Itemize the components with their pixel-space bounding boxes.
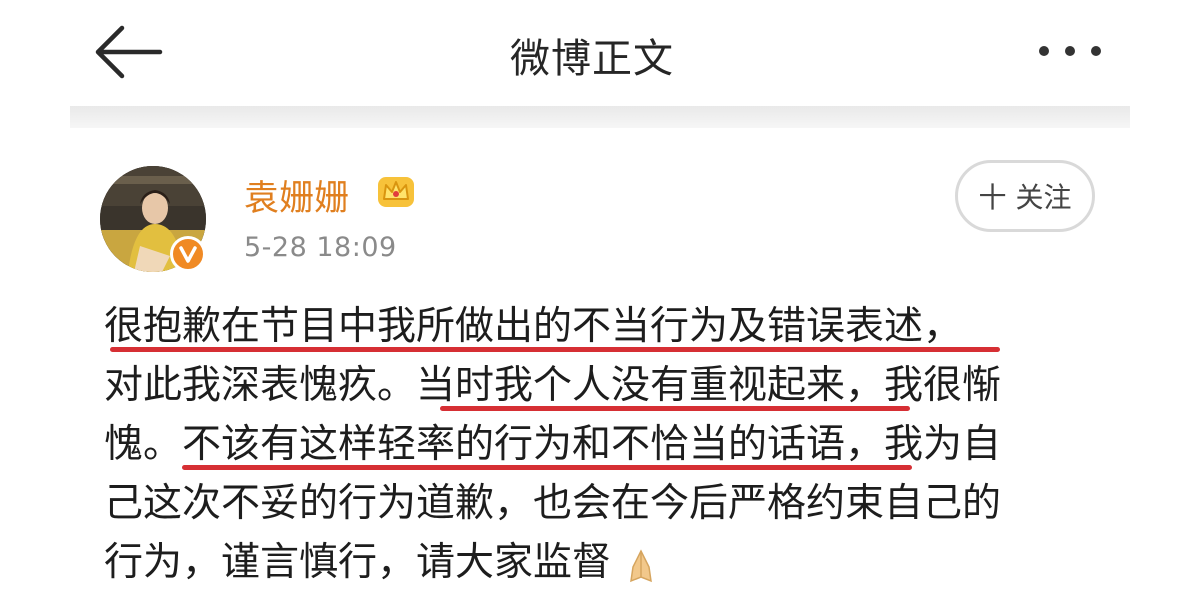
text-line-2: 对此我深表愧疚。当时我个人没有重视起来，我很惭	[104, 356, 1104, 415]
top-bar: 微博正文	[0, 0, 1184, 104]
praying-hands-icon	[630, 548, 653, 582]
post-content: 很抱歉在节目中我所做出的不当行为及错误表述， 对此我深表愧疚。当时我个人没有重视…	[104, 297, 1104, 592]
text-line-4: 己这次不妥的行为道歉，也会在今后严格约束自己的	[104, 474, 1104, 533]
highlight-underline	[182, 465, 912, 470]
text-line-3: 愧。不该有这样轻率的行为和不恰当的话语，我为自	[104, 415, 1104, 474]
highlight-underline	[440, 406, 910, 411]
text-line-3-label: 愧。不该有这样轻率的行为和不恰当的话语，我为自	[104, 422, 1002, 467]
section-divider	[70, 106, 1130, 128]
text-line-4-label: 己这次不妥的行为道歉，也会在今后严格约束自己的	[104, 481, 1002, 526]
verified-v-icon	[170, 236, 206, 272]
username[interactable]: 袁姗姗	[244, 170, 349, 221]
text-line-1-label: 很抱歉在节目中我所做出的不当行为及错误表述，	[104, 304, 963, 349]
text-line-5: 行为，谨言慎行，请大家监督	[104, 533, 1104, 592]
text-line-1: 很抱歉在节目中我所做出的不当行为及错误表述，	[104, 297, 1104, 356]
more-dots-icon[interactable]	[1034, 36, 1106, 66]
follow-button[interactable]: 十 关注	[955, 160, 1095, 232]
highlight-underline	[110, 347, 1000, 352]
page-title: 微博正文	[510, 36, 674, 82]
text-line-2-label: 对此我深表愧疚。当时我个人没有重视起来，我很惭	[104, 363, 1002, 408]
crown-icon	[378, 177, 414, 207]
post-time: 5-28 18:09	[244, 232, 397, 263]
text-line-5-label: 行为，谨言慎行，请大家监督	[104, 540, 612, 585]
